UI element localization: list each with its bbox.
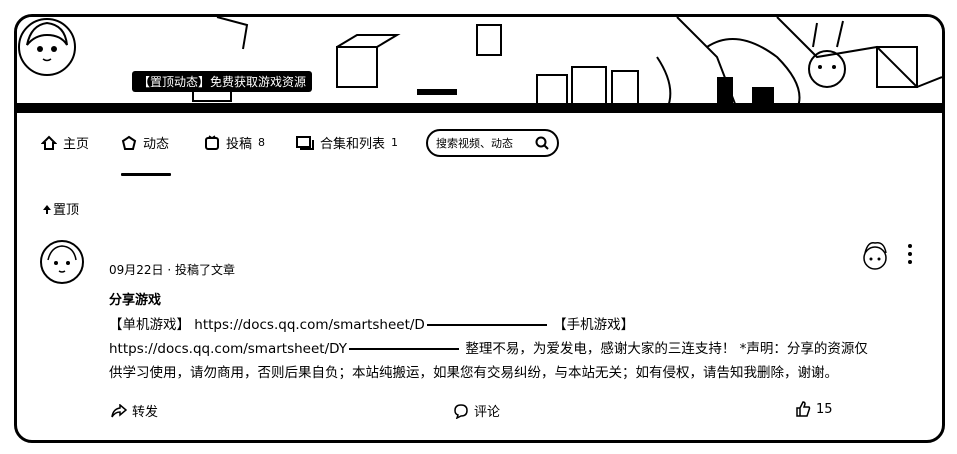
banner-illustration (17, 17, 942, 109)
label-mobile-games: 【手机游戏】 (553, 317, 635, 333)
tab-collections[interactable]: 合集和列表 1 (296, 133, 398, 152)
post-actions: 转发 评论 15 (17, 397, 942, 427)
post-avatar[interactable] (39, 239, 85, 285)
like-count: 15 (816, 401, 833, 417)
post-body: 【单机游戏】 https://docs.qq.com/smartsheet/D … (109, 313, 929, 385)
post-title[interactable]: 分享游戏 (109, 289, 161, 308)
tab-collections-count: 1 (391, 136, 399, 149)
share-button[interactable]: 转发 (111, 401, 158, 420)
tab-home-label: 主页 (63, 137, 90, 152)
profile-banner: 【置顶动态】免费获取游戏资源 (17, 17, 942, 113)
dynamic-icon (121, 135, 137, 150)
link-mobile-games[interactable]: https://docs.qq.com/smartsheet/DY (109, 341, 347, 357)
share-icon (111, 403, 127, 417)
comment-button[interactable]: 评论 (453, 401, 500, 420)
thumbs-up-icon (796, 401, 811, 417)
upload-icon (205, 134, 219, 150)
tab-uploads[interactable]: 投稿 8 (204, 133, 265, 152)
post-text-2: 整理不易，为爱发电，感谢大家的三连支持！ *声明：分享的资源仅 (465, 341, 868, 357)
comment-icon (454, 403, 468, 419)
share-label: 转发 (132, 405, 159, 420)
post-line-1: 【单机游戏】 https://docs.qq.com/smartsheet/D … (109, 313, 929, 337)
pinned-text: 置顶 (53, 203, 80, 218)
like-button[interactable]: 15 (795, 401, 833, 417)
more-options-icon[interactable] (907, 243, 913, 265)
home-icon (41, 135, 57, 150)
link-pc-games[interactable]: 【单机游戏】 https://docs.qq.com/smartsheet/D (109, 317, 425, 333)
pinned-label: 置顶 (41, 199, 79, 218)
tab-collections-label: 合集和列表 (320, 137, 386, 152)
tab-uploads-count: 8 (258, 136, 266, 149)
post-meta: 09月22日 · 投稿了文章 (109, 263, 235, 277)
redaction-mark (426, 324, 547, 326)
post-card-frame: 【置顶动态】免费获取游戏资源 主页 动态 投稿 8 合集和列表 1 搜索视频、动… (14, 14, 945, 443)
tab-dynamic-label: 动态 (143, 137, 170, 152)
comment-label: 评论 (474, 405, 501, 420)
post-line-2: https://docs.qq.com/smartsheet/DY 整理不易，为… (109, 337, 929, 361)
search-icon[interactable] (535, 136, 549, 150)
redaction-mark (349, 348, 460, 350)
decoration-sticker-icon (863, 241, 887, 270)
banner-title: 【置顶动态】免费获取游戏资源 (132, 71, 313, 92)
tab-uploads-label: 投稿 (226, 137, 253, 152)
search-placeholder: 搜索视频、动态 (436, 137, 513, 150)
collection-icon (296, 135, 314, 150)
active-tab-indicator (121, 173, 171, 176)
pin-icon (43, 204, 51, 214)
post-line-3: 供学习使用，请勿商用，否则后果自负；本站纯搬运，如果您有交易纠纷，与本站无关；如… (109, 365, 838, 381)
search-input[interactable]: 搜索视频、动态 (426, 129, 559, 157)
tab-dynamic[interactable]: 动态 (121, 133, 169, 152)
avatar[interactable] (17, 17, 77, 77)
tab-home[interactable]: 主页 (41, 133, 89, 152)
